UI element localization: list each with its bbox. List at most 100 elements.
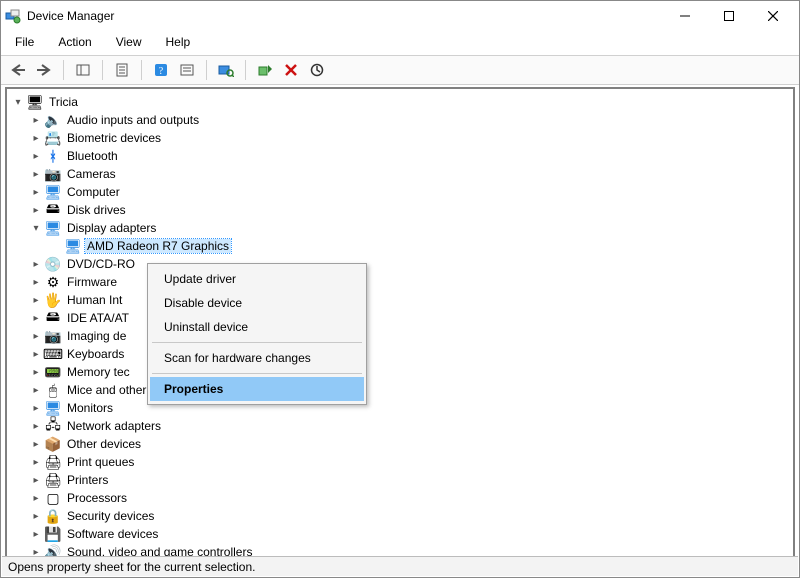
app-icon bbox=[5, 8, 21, 24]
display-adapter-icon: 🖥 bbox=[65, 238, 81, 254]
tree-category[interactable]: ▸ 🔊 Sound, video and game controllers bbox=[9, 543, 793, 557]
forward-button[interactable] bbox=[33, 59, 55, 81]
mouse-icon: 🖱 bbox=[45, 382, 61, 398]
tree-category[interactable]: ▸ 🔒 Security devices bbox=[9, 507, 793, 525]
chevron-down-icon[interactable]: ▾ bbox=[11, 95, 25, 109]
tree-category[interactable]: ▸ 🖧 Network adapters bbox=[9, 417, 793, 435]
chevron-right-icon[interactable]: ▸ bbox=[29, 275, 43, 289]
tree-category[interactable]: ▸ 🖱 Mice and other pointing devices bbox=[9, 381, 793, 399]
device-tree[interactable]: ▾ 🖥 Tricia ▸ 🔈 Audio inputs and outputs … bbox=[7, 89, 793, 557]
menu-help[interactable]: Help bbox=[160, 33, 197, 51]
back-button[interactable] bbox=[7, 59, 29, 81]
dvd-icon: 💿 bbox=[45, 256, 61, 272]
computer-icon: 🖥 bbox=[27, 94, 43, 110]
scan-hardware-button[interactable] bbox=[215, 59, 237, 81]
print-queue-icon: 🖨 bbox=[45, 454, 61, 470]
tree-category[interactable]: ▸ 🖐 Human Int bbox=[9, 291, 793, 309]
menu-file[interactable]: File bbox=[9, 33, 40, 51]
chevron-right-icon[interactable]: ▸ bbox=[29, 473, 43, 487]
software-device-icon: 💾 bbox=[45, 526, 61, 542]
chevron-right-icon[interactable]: ▸ bbox=[29, 347, 43, 361]
chevron-right-icon[interactable]: ▸ bbox=[29, 113, 43, 127]
maximize-button[interactable] bbox=[707, 2, 751, 30]
chevron-down-icon[interactable]: ▾ bbox=[29, 221, 43, 235]
chevron-right-icon[interactable]: ▸ bbox=[29, 167, 43, 181]
action-list-button[interactable] bbox=[176, 59, 198, 81]
tree-category[interactable]: ▸ ⚙ Firmware bbox=[9, 273, 793, 291]
close-button[interactable] bbox=[751, 2, 795, 30]
ide-icon: 🖴 bbox=[45, 310, 61, 326]
uninstall-device-button[interactable] bbox=[280, 59, 302, 81]
tree-category[interactable]: ▸ 🖨 Print queues bbox=[9, 453, 793, 471]
tree-category[interactable]: ▸ 📟 Memory tec bbox=[9, 363, 793, 381]
toolbar-separator bbox=[63, 60, 64, 80]
menu-view[interactable]: View bbox=[110, 33, 148, 51]
ctx-separator bbox=[152, 342, 362, 343]
tree-category[interactable]: ▸ 🖥 Monitors bbox=[9, 399, 793, 417]
tree-category[interactable]: ▸ 🖥 Computer bbox=[9, 183, 793, 201]
chevron-right-icon[interactable]: ▸ bbox=[29, 401, 43, 415]
processor-icon: ▢ bbox=[45, 490, 61, 506]
tree-label: Human Int bbox=[65, 293, 124, 307]
tree-label: Memory tec bbox=[65, 365, 132, 379]
toolbar-separator bbox=[102, 60, 103, 80]
chevron-right-icon[interactable]: ▸ bbox=[29, 203, 43, 217]
tree-category[interactable]: ▸ 🔈 Audio inputs and outputs bbox=[9, 111, 793, 129]
tree-category[interactable]: ▸ ⌨ Keyboards bbox=[9, 345, 793, 363]
expander-spacer bbox=[49, 239, 63, 253]
chevron-right-icon[interactable]: ▸ bbox=[29, 329, 43, 343]
chevron-right-icon[interactable]: ▸ bbox=[29, 257, 43, 271]
chevron-right-icon[interactable]: ▸ bbox=[29, 419, 43, 433]
tree-category[interactable]: ▸ 📇 Biometric devices bbox=[9, 129, 793, 147]
tree-category[interactable]: ▸ 📷 Imaging de bbox=[9, 327, 793, 345]
help-button[interactable]: ? bbox=[150, 59, 172, 81]
chevron-right-icon[interactable]: ▸ bbox=[29, 149, 43, 163]
tree-label: Audio inputs and outputs bbox=[65, 113, 201, 127]
tree-category[interactable]: ▸ 📦 Other devices bbox=[9, 435, 793, 453]
tree-category[interactable]: ▸ 💾 Software devices bbox=[9, 525, 793, 543]
enable-device-button[interactable] bbox=[254, 59, 276, 81]
tree-category[interactable]: ▸ 🖨 Printers bbox=[9, 471, 793, 489]
tree-category[interactable]: ▸ 💿 DVD/CD-RO bbox=[9, 255, 793, 273]
show-hide-console-button[interactable] bbox=[72, 59, 94, 81]
chevron-right-icon[interactable]: ▸ bbox=[29, 185, 43, 199]
chevron-right-icon[interactable]: ▸ bbox=[29, 509, 43, 523]
svg-text:?: ? bbox=[159, 66, 164, 77]
chevron-right-icon[interactable]: ▸ bbox=[29, 311, 43, 325]
properties-button[interactable] bbox=[111, 59, 133, 81]
ctx-uninstall-device[interactable]: Uninstall device bbox=[150, 315, 364, 339]
tree-label: Network adapters bbox=[65, 419, 163, 433]
update-driver-button[interactable] bbox=[306, 59, 328, 81]
chevron-right-icon[interactable]: ▸ bbox=[29, 437, 43, 451]
minimize-button[interactable] bbox=[663, 2, 707, 30]
chevron-right-icon[interactable]: ▸ bbox=[29, 491, 43, 505]
chevron-right-icon[interactable]: ▸ bbox=[29, 527, 43, 541]
tree-category[interactable]: ▸ 📷 Cameras bbox=[9, 165, 793, 183]
tree-category[interactable]: ▸ 🖴 IDE ATA/AT bbox=[9, 309, 793, 327]
tree-device-selected[interactable]: 🖥 AMD Radeon R7 Graphics bbox=[9, 237, 793, 255]
tree-category[interactable]: ▸ 🖴 Disk drives bbox=[9, 201, 793, 219]
ctx-scan-hardware[interactable]: Scan for hardware changes bbox=[150, 346, 364, 370]
tree-label: Other devices bbox=[65, 437, 143, 451]
tree-category[interactable]: ▸ ᚼ Bluetooth bbox=[9, 147, 793, 165]
menubar: File Action View Help bbox=[1, 31, 799, 55]
camera-icon: 📷 bbox=[45, 166, 61, 182]
disk-icon: 🖴 bbox=[45, 202, 61, 218]
ctx-properties[interactable]: Properties bbox=[150, 377, 364, 401]
menu-action[interactable]: Action bbox=[52, 33, 97, 51]
printer-icon: 🖨 bbox=[45, 472, 61, 488]
ctx-update-driver[interactable]: Update driver bbox=[150, 267, 364, 291]
chevron-right-icon[interactable]: ▸ bbox=[29, 131, 43, 145]
bluetooth-icon: ᚼ bbox=[45, 148, 61, 164]
chevron-right-icon[interactable]: ▸ bbox=[29, 365, 43, 379]
chevron-right-icon[interactable]: ▸ bbox=[29, 455, 43, 469]
chevron-right-icon[interactable]: ▸ bbox=[29, 293, 43, 307]
tree-root[interactable]: ▾ 🖥 Tricia bbox=[9, 93, 793, 111]
ctx-disable-device[interactable]: Disable device bbox=[150, 291, 364, 315]
tree-category-display-adapters[interactable]: ▾ 🖥 Display adapters bbox=[9, 219, 793, 237]
chevron-right-icon[interactable]: ▸ bbox=[29, 383, 43, 397]
memory-icon: 📟 bbox=[45, 364, 61, 380]
statusbar: Opens property sheet for the current sel… bbox=[2, 556, 798, 576]
tree-category[interactable]: ▸ ▢ Processors bbox=[9, 489, 793, 507]
tree-label: Monitors bbox=[65, 401, 115, 415]
